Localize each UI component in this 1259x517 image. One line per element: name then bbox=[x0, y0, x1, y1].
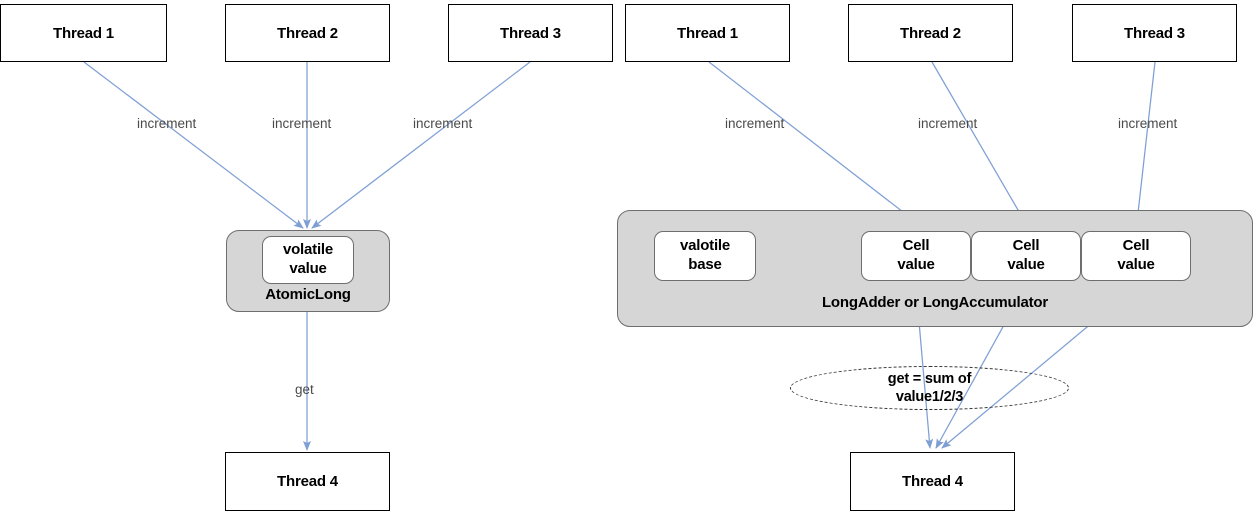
longadder-base-line2: base bbox=[688, 256, 722, 273]
diagram-canvas: Thread 1 Thread 2 Thread 3 increment inc… bbox=[0, 0, 1259, 517]
left-thread-3-label: Thread 3 bbox=[500, 24, 561, 42]
arrow-left-t1-to-atomiclong bbox=[83, 61, 304, 229]
left-thread-3-box[interactable]: Thread 3 bbox=[448, 4, 613, 62]
get-sum-note-line2: value1/2/3 bbox=[895, 389, 964, 405]
arrow-right-t3-to-cell3 bbox=[1134, 61, 1156, 223]
arrow-right-t1-to-cell1 bbox=[708, 61, 917, 223]
left-thread-1-label: Thread 1 bbox=[53, 24, 114, 42]
right-thread-1-box[interactable]: Thread 1 bbox=[625, 4, 790, 62]
longadder-cell-3-box: Cell value bbox=[1081, 231, 1191, 281]
right-thread-4-box[interactable]: Thread 4 bbox=[850, 452, 1015, 511]
atomiclong-container[interactable]: volatile value AtomicLong bbox=[226, 230, 390, 312]
arrow-right-t2-to-cell2 bbox=[931, 61, 1026, 223]
longadder-cell-1-box: Cell value bbox=[861, 231, 971, 281]
longadder-cell-1-line1: Cell bbox=[902, 237, 930, 255]
atomiclong-name-label: AtomicLong bbox=[265, 286, 351, 303]
left-thread-2-label: Thread 2 bbox=[277, 24, 338, 42]
right-thread-3-label: Thread 3 bbox=[1124, 24, 1185, 42]
left-thread-2-box[interactable]: Thread 2 bbox=[225, 4, 390, 62]
right-increment-label-3: increment bbox=[1118, 116, 1178, 131]
get-label: get bbox=[295, 382, 314, 397]
longadder-cell-2-box: Cell value bbox=[971, 231, 1081, 281]
longadder-cell-1-line2: value bbox=[897, 256, 935, 273]
longadder-cell-2-line2: value bbox=[1007, 256, 1045, 273]
left-thread-4-label: Thread 4 bbox=[277, 473, 338, 490]
left-thread-4-box[interactable]: Thread 4 bbox=[225, 452, 390, 511]
longadder-cell-2-line1: Cell bbox=[1012, 237, 1040, 255]
right-increment-label-1: increment bbox=[725, 116, 785, 131]
get-sum-note-ellipse: get = sum of value1/2/3 bbox=[790, 366, 1069, 410]
right-thread-1-label: Thread 1 bbox=[677, 24, 738, 42]
longadder-name-label: LongAdder or LongAccumulator bbox=[821, 294, 1049, 311]
longadder-base-line1: valotile bbox=[679, 237, 731, 255]
left-increment-label-2: increment bbox=[272, 116, 332, 131]
atomiclong-volatile-line2: value bbox=[289, 260, 327, 277]
left-thread-1-box[interactable]: Thread 1 bbox=[0, 4, 167, 62]
right-increment-label-2: increment bbox=[918, 116, 978, 131]
right-thread-3-box[interactable]: Thread 3 bbox=[1072, 4, 1237, 62]
right-thread-2-label: Thread 2 bbox=[900, 24, 961, 42]
longadder-cell-3-line2: value bbox=[1117, 256, 1155, 273]
left-increment-label-1: increment bbox=[137, 116, 197, 131]
left-increment-label-3: increment bbox=[413, 116, 473, 131]
get-sum-note-line1: get = sum of bbox=[887, 370, 972, 387]
right-thread-2-box[interactable]: Thread 2 bbox=[848, 4, 1013, 62]
atomiclong-volatile-line1: volatile bbox=[282, 241, 334, 259]
right-thread-4-label: Thread 4 bbox=[902, 473, 963, 490]
arrow-left-t3-to-atomiclong bbox=[311, 61, 531, 229]
longadder-cell-3-line1: Cell bbox=[1122, 237, 1150, 255]
atomiclong-volatile-value-box: volatile value bbox=[262, 236, 354, 284]
longadder-base-box: valotile base bbox=[654, 231, 756, 281]
longadder-container[interactable]: valotile base Cell value Cell value Cell… bbox=[617, 210, 1253, 327]
